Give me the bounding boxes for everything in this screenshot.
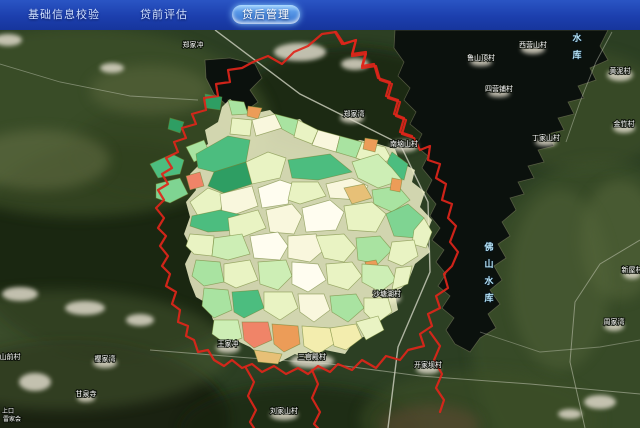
place-label: 鲁山顶村 (467, 53, 495, 62)
place-label: 金竹村 (614, 119, 635, 128)
settlement-patch (584, 395, 616, 409)
place-label: 黄泥村 (610, 66, 631, 75)
settlement-patch (558, 409, 582, 419)
settlement-patch (100, 63, 124, 73)
settlement-patch (19, 373, 51, 391)
settlement-patch (126, 314, 154, 326)
place-label: 沙塘湖村 (373, 289, 401, 298)
place-label: 王家冲 (218, 339, 239, 348)
satellite-map-viewport[interactable]: 郑家冲西营山村鲁山顶村水库四营铺村黄泥村丁家山村金竹村郑家湾南垴山村佛山水库新屋… (0, 30, 640, 428)
place-label: 库 (572, 49, 581, 61)
land-parcel[interactable] (230, 118, 252, 136)
place-label: 周家湾 (604, 317, 625, 326)
place-label: 水 (572, 32, 582, 44)
land-parcel[interactable] (390, 178, 402, 192)
place-label: 雷家会 (3, 415, 21, 423)
place-label: 四营铺村 (485, 84, 513, 93)
place-label: 库 (484, 292, 493, 304)
place-label: 开家坝村 (414, 360, 442, 369)
place-label: 刘家山村 (270, 406, 298, 415)
place-label: 佛 (483, 241, 493, 253)
place-label: 山 (484, 258, 493, 270)
settlement-patch (274, 43, 326, 61)
place-label: 西营山村 (519, 40, 547, 49)
place-label: 郑家冲 (183, 40, 204, 49)
loan-management-map-app: 基础信息校验 贷前评估 贷后管理 郑家冲西营山村鲁山顶村水库四营铺村黄泥村丁家山… (0, 0, 640, 428)
place-label: 三官殿村 (298, 352, 326, 361)
place-label: 新屋村 (622, 265, 640, 274)
place-label: 甘泉寺 (76, 389, 97, 398)
tab-preloan-assessment[interactable]: 贷前评估 (140, 0, 188, 30)
place-label: 上口 (2, 407, 14, 415)
satellite-map-canvas: 郑家冲西营山村鲁山顶村水库四营铺村黄泥村丁家山村金竹村郑家湾南垴山村佛山水库新屋… (0, 30, 640, 428)
place-label: 丁家山村 (532, 133, 560, 142)
place-label: 山前村 (0, 352, 21, 361)
top-nav-bar: 基础信息校验 贷前评估 贷后管理 (0, 0, 640, 30)
place-label: 水 (484, 275, 494, 287)
settlement-patch (65, 301, 105, 315)
place-label: 郑家湾 (344, 109, 365, 118)
settlement-patch (2, 287, 38, 301)
tab-postloan-management[interactable]: 贷后管理 (232, 5, 300, 24)
place-label: 南垴山村 (390, 139, 418, 148)
place-label: 樱家湾 (95, 354, 116, 363)
land-parcel[interactable] (363, 138, 378, 152)
forest-patch (510, 190, 610, 370)
tab-basic-info-verification[interactable]: 基础信息校验 (28, 0, 100, 30)
